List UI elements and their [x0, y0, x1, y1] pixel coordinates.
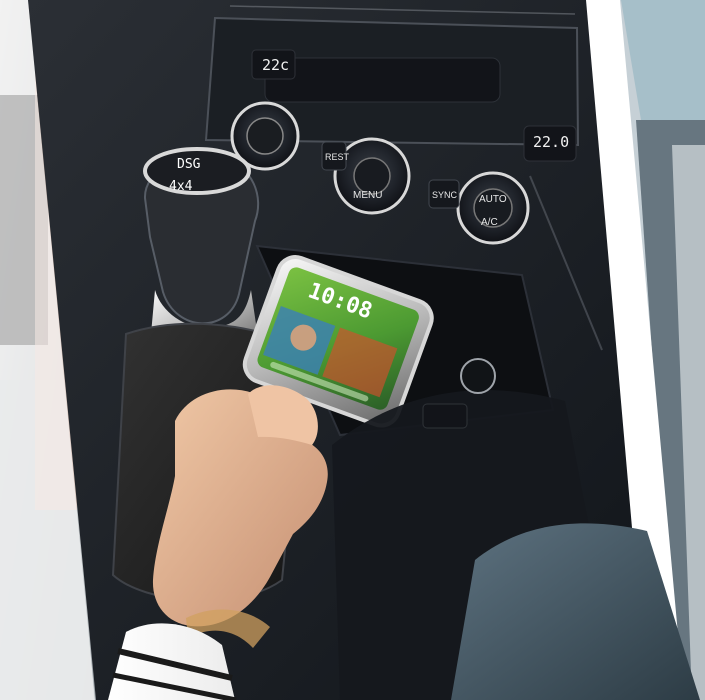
- menu-label: MENU: [353, 190, 382, 201]
- photo-layer: 22c 22.0 MENU AUTO A/C REST SYNC DSG 4x4…: [0, 0, 705, 700]
- ac-label: A/C: [481, 217, 498, 228]
- seat-heat-buttons-strip: [264, 57, 501, 103]
- rest-label: REST: [325, 152, 350, 162]
- usb-port-panel: [422, 403, 468, 429]
- shifter-top-text: DSG: [177, 157, 201, 172]
- left-temperature-text: 22c: [262, 56, 289, 74]
- shifter-bottom-text: 4x4: [169, 179, 193, 194]
- car-interior-photo: 22c 22.0 MENU AUTO A/C REST SYNC DSG 4x4…: [0, 0, 705, 700]
- auto-label: AUTO: [479, 194, 507, 205]
- rest-button[interactable]: REST: [321, 141, 350, 171]
- small-round-control[interactable]: [460, 358, 496, 394]
- right-temperature-text: 22.0: [533, 133, 569, 151]
- sync-label: SYNC: [432, 190, 458, 200]
- auto-knob[interactable]: AUTO A/C: [456, 171, 530, 245]
- sync-button[interactable]: SYNC: [428, 179, 460, 209]
